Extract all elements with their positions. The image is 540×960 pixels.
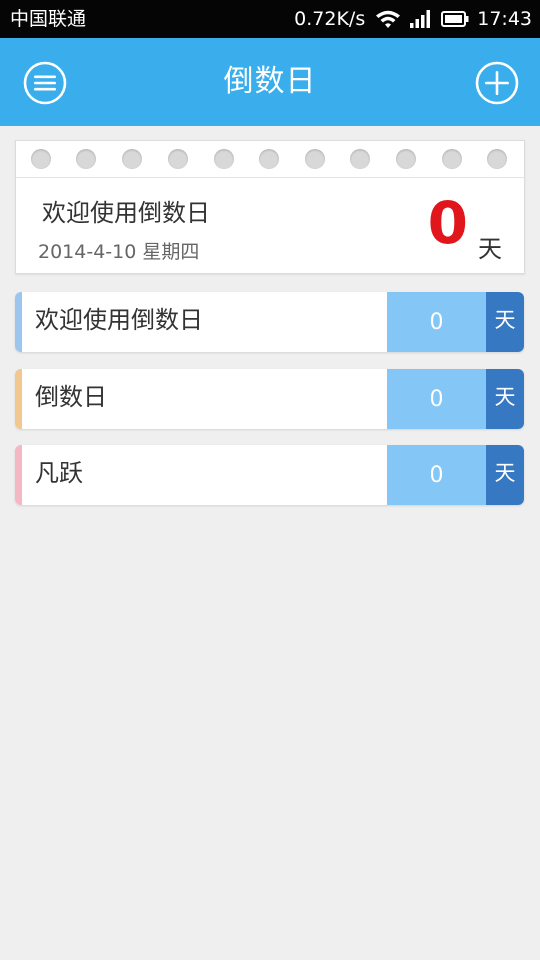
notebook-hole: [396, 149, 416, 169]
list-item[interactable]: 凡跃 0 天: [15, 445, 524, 505]
clock: 17:43: [477, 8, 532, 30]
item-days-count: 0: [387, 292, 486, 352]
item-label: 倒数日: [35, 383, 107, 411]
notebook-hole: [305, 149, 325, 169]
item-accent-bar: [15, 369, 22, 429]
battery-icon: [441, 11, 469, 27]
featured-title: 欢迎使用倒数日: [42, 199, 210, 227]
plus-circle-icon[interactable]: [474, 60, 520, 106]
status-icons: 0.72K/s 17:43: [294, 0, 532, 38]
notebook-hole: [122, 149, 142, 169]
item-days-unit: 天: [486, 445, 524, 505]
item-days-unit: 天: [486, 369, 524, 429]
page-title: 倒数日: [223, 64, 317, 99]
app-header: 倒数日: [0, 38, 540, 126]
item-label: 欢迎使用倒数日: [35, 306, 203, 334]
featured-date: 2014-4-10 星期四: [38, 241, 200, 263]
notebook-hole: [442, 149, 462, 169]
item-days-unit: 天: [486, 292, 524, 352]
notebook-hole: [76, 149, 96, 169]
notebook-hole: [350, 149, 370, 169]
item-accent-bar: [15, 292, 22, 352]
signal-strength-icon: [410, 10, 431, 28]
item-label: 凡跃: [35, 459, 83, 487]
notebook-hole: [31, 149, 51, 169]
network-speed: 0.72K/s: [294, 8, 366, 30]
list-item[interactable]: 欢迎使用倒数日 0 天: [15, 292, 524, 352]
item-days-count: 0: [387, 369, 486, 429]
carrier-name: 中国联通: [10, 8, 87, 30]
wifi-icon: [376, 10, 401, 28]
notebook-hole: [168, 149, 188, 169]
item-days-count: 0: [387, 445, 486, 505]
notebook-hole: [259, 149, 279, 169]
notebook-hole: [214, 149, 234, 169]
featured-countdown-card[interactable]: 欢迎使用倒数日 2014-4-10 星期四 0 天: [15, 140, 525, 274]
notebook-holes: [16, 141, 524, 178]
list-item[interactable]: 倒数日 0 天: [15, 369, 524, 429]
notebook-hole: [487, 149, 507, 169]
status-bar: 中国联通 0.72K/s 17:43: [0, 0, 540, 38]
featured-days-count: 0: [427, 189, 468, 257]
featured-days-unit: 天: [478, 235, 502, 263]
item-accent-bar: [15, 445, 22, 505]
